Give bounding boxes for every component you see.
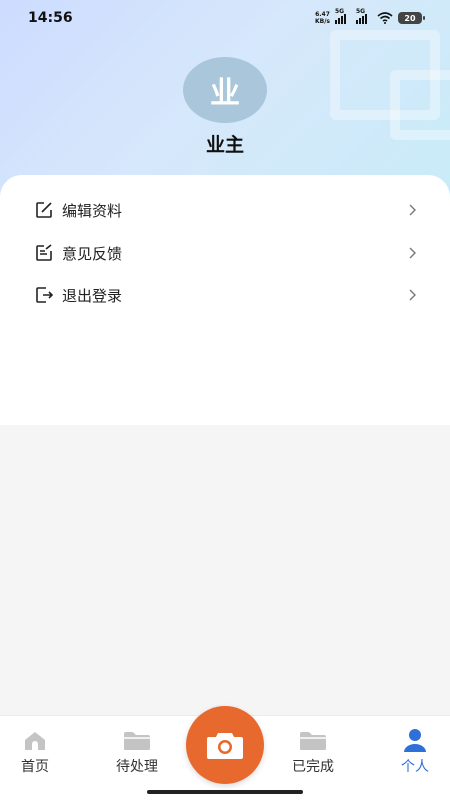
- tab-label: 已完成: [292, 759, 334, 775]
- person-icon: [402, 728, 428, 754]
- battery-level: 20: [404, 13, 416, 23]
- tab-label: 个人: [401, 759, 429, 775]
- home-indicator: [147, 790, 303, 794]
- camera-button[interactable]: [186, 706, 264, 784]
- tab-home[interactable]: 首页: [0, 728, 75, 776]
- feedback-icon: [34, 243, 54, 263]
- edit-icon: [34, 200, 54, 220]
- tab-pending[interactable]: 待处理: [97, 728, 177, 776]
- status-bar: 14:56 6.47 KB/s 5G 5G 20: [0, 0, 450, 36]
- chevron-right-icon: [406, 246, 420, 260]
- status-time: 14:56: [28, 10, 73, 26]
- signal-icon: 5G: [356, 8, 372, 24]
- battery-icon: 20: [398, 12, 425, 24]
- tab-label: 首页: [21, 759, 49, 775]
- menu-item-label: 退出登录: [62, 286, 123, 305]
- home-icon: [22, 728, 48, 754]
- tab-completed[interactable]: 已完成: [273, 728, 353, 776]
- chevron-right-icon: [406, 288, 420, 302]
- tab-label: 待处理: [116, 759, 158, 775]
- menu-item-logout[interactable]: 退出登录: [34, 277, 420, 313]
- sim2-label: 5G: [356, 7, 366, 15]
- folder-icon: [299, 728, 327, 754]
- menu-item-feedback[interactable]: 意见反馈: [34, 235, 420, 271]
- sim1-label: 5G: [335, 7, 345, 15]
- tab-personal[interactable]: 个人: [375, 728, 450, 776]
- folder-icon: [123, 728, 151, 754]
- network-speed-value: 6.47: [315, 11, 330, 18]
- network-speed-unit: KB/s: [315, 18, 330, 25]
- user-name: 业主: [205, 134, 244, 156]
- camera-icon: [205, 730, 245, 760]
- avatar[interactable]: 业: [183, 57, 267, 123]
- network-speed: 6.47 KB/s: [315, 11, 330, 25]
- logout-icon: [34, 285, 54, 305]
- menu-item-label: 编辑资料: [62, 201, 123, 220]
- avatar-text: 业: [210, 76, 240, 111]
- menu-item-label: 意见反馈: [62, 244, 123, 263]
- menu-item-edit-profile[interactable]: 编辑资料: [34, 192, 420, 228]
- signal-icon: 5G: [335, 8, 351, 24]
- wifi-icon: [377, 12, 393, 24]
- chevron-right-icon: [406, 203, 420, 217]
- status-icons: 6.47 KB/s 5G 5G 20: [315, 8, 425, 25]
